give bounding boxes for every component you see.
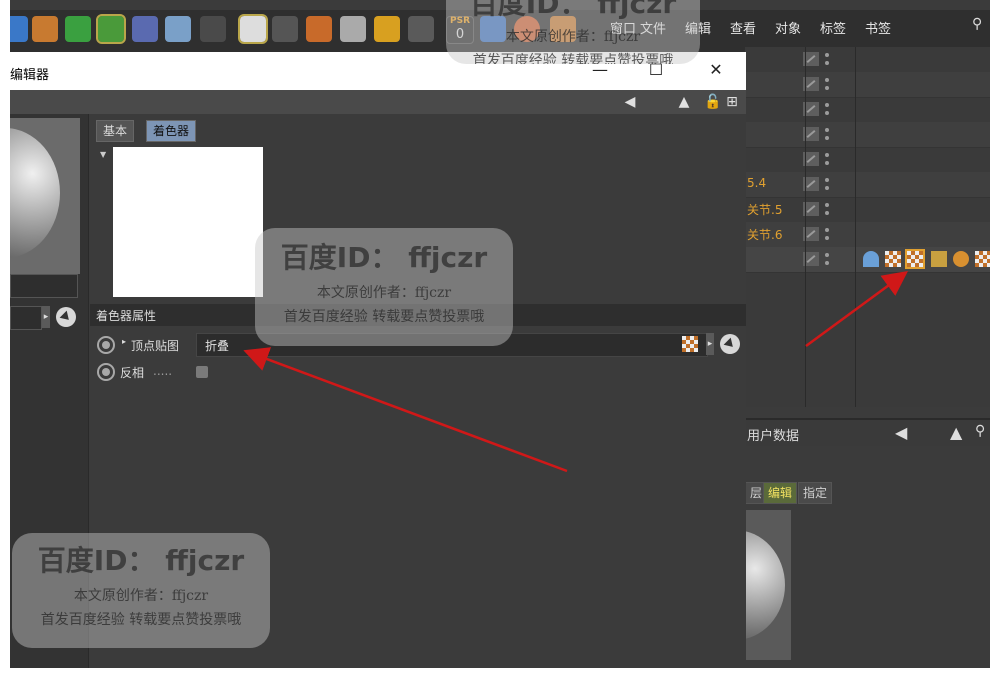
annotation-arrow bbox=[243, 347, 568, 473]
annotation-arrows bbox=[243, 271, 909, 473]
annotation-arrow bbox=[805, 271, 909, 348]
